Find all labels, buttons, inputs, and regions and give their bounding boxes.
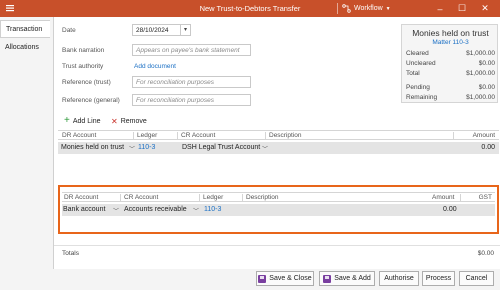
remove-button[interactable]: ✕ Remove [111, 117, 147, 126]
remove-label: Remove [120, 118, 147, 125]
add-document-link[interactable]: Add document [134, 63, 176, 70]
minimize-button[interactable]: – [433, 2, 447, 15]
add-line-label: Add Line [72, 117, 101, 125]
bank-narration-label: Bank narration [62, 47, 105, 54]
grid2-header: DR Account CR Account Ledger Description… [62, 192, 495, 202]
close-icon: ✕ [111, 117, 118, 126]
amount-cell[interactable]: 0.00 [481, 144, 495, 151]
cancel-button[interactable]: Cancel [459, 271, 494, 286]
cr-account-cell[interactable]: Accounts receivable [124, 206, 187, 213]
chevron-down-icon[interactable]: ﹀ [262, 144, 268, 153]
reference-trust-label: Reference (trust) [62, 79, 111, 86]
monies-row-label: Uncleared [406, 60, 436, 67]
monies-row-value: $0.00 [478, 84, 495, 91]
col-cr-account[interactable]: CR Account [124, 194, 158, 201]
monies-row-value: $1,000.00 [466, 94, 495, 101]
col-cr-account[interactable]: CR Account [181, 132, 215, 139]
trust-authority-label: Trust authority [62, 63, 104, 70]
footer-bar: Save & Close Save & Add Authorise Proces… [53, 269, 500, 290]
workflow-menu[interactable]: Workflow ▼ [342, 3, 391, 14]
monies-row-label: Cleared [406, 50, 429, 57]
bank-narration-input[interactable]: Appears on payee's bank statement [132, 44, 251, 56]
highlighted-allocation-grid: DR Account CR Account Ledger Description… [58, 185, 499, 234]
side-tabs: Transaction Allocations [0, 17, 50, 290]
matter-link[interactable]: Matter 110-3 [402, 39, 499, 46]
ledger-link[interactable]: 110-3 [204, 206, 221, 213]
col-gst[interactable]: GST [479, 194, 492, 201]
save-icon [323, 274, 332, 283]
tab-allocations[interactable]: Allocations [0, 39, 50, 57]
col-dr-account[interactable]: DR Account [62, 132, 96, 139]
date-label: Date [62, 27, 76, 34]
save-icon [258, 274, 267, 283]
monies-row-total: Total $1,000.00 [406, 70, 495, 77]
titlebar-divider [337, 3, 338, 14]
monies-row-cleared: Cleared $1,000.00 [406, 50, 495, 57]
ledger-link[interactable]: 110-3 [138, 144, 155, 151]
add-line-button[interactable]: + Add Line [64, 115, 101, 126]
col-amount[interactable]: Amount [432, 194, 454, 201]
close-button[interactable]: ✕ [478, 2, 492, 15]
monies-row-uncleared: Uncleared $0.00 [406, 60, 495, 67]
col-description[interactable]: Description [246, 194, 279, 201]
dr-account-cell[interactable]: Bank account [63, 206, 105, 213]
col-description[interactable]: Description [269, 132, 302, 139]
date-field[interactable]: 28/10/2024 [132, 24, 181, 36]
monies-row-remaining: Remaining $1,000.00 [406, 94, 495, 101]
process-button[interactable]: Process [422, 271, 455, 286]
table-row[interactable]: Monies held on trust ﹀ 110-3 DSH Legal T… [58, 142, 499, 154]
reference-general-input[interactable]: For reconciliation purposes [132, 94, 251, 106]
col-ledger[interactable]: Ledger [137, 132, 157, 139]
col-amount[interactable]: Amount [473, 132, 495, 139]
monies-row-pending: Pending $0.00 [406, 84, 495, 91]
authorise-button[interactable]: Authorise [379, 271, 419, 286]
monies-title: Monies held on trust [412, 28, 489, 38]
chevron-down-icon[interactable]: ﹀ [113, 206, 119, 215]
totals-label: Totals [62, 250, 79, 257]
reference-general-label: Reference (general) [62, 97, 120, 104]
grid1-header: DR Account Ledger CR Account Description… [58, 130, 499, 140]
table-row[interactable]: Bank account ﹀ Accounts receivable ﹀ 110… [62, 204, 495, 216]
dr-account-cell[interactable]: Monies held on trust [61, 144, 124, 151]
totals-divider [54, 245, 500, 246]
monies-row-value: $1,000.00 [466, 50, 495, 57]
monies-row-value: $0.00 [478, 60, 495, 67]
reference-trust-input[interactable]: For reconciliation purposes [132, 76, 251, 88]
save-add-button[interactable]: Save & Add [319, 271, 375, 286]
monies-row-label: Remaining [406, 94, 438, 101]
title-bar: New Trust-to-Debtors Transfer Workflow ▼… [0, 0, 500, 17]
monies-row-label: Total [406, 70, 420, 77]
save-add-label: Save & Add [334, 275, 371, 282]
cr-account-cell[interactable]: DSH Legal Trust Account [182, 144, 260, 151]
save-close-label: Save & Close [269, 275, 312, 282]
date-dropdown-button[interactable]: ▾ [181, 24, 191, 36]
save-close-button[interactable]: Save & Close [256, 271, 314, 286]
transaction-panel: Date 28/10/2024 ▾ Bank narration Appears… [53, 17, 500, 269]
tab-transaction[interactable]: Transaction [0, 20, 50, 38]
col-ledger[interactable]: Ledger [203, 194, 223, 201]
col-dr-account[interactable]: DR Account [64, 194, 98, 201]
chevron-down-icon[interactable]: ﹀ [193, 206, 199, 215]
plus-icon: + [64, 115, 70, 126]
chevron-down-icon[interactable]: ﹀ [129, 144, 135, 153]
window-title: New Trust-to-Debtors Transfer [199, 4, 301, 13]
monies-row-label: Pending [406, 84, 430, 91]
maximize-button[interactable]: ☐ [455, 2, 469, 15]
amount-cell[interactable]: 0.00 [443, 206, 457, 213]
workflow-icon [342, 4, 351, 13]
workflow-label: Workflow [354, 5, 383, 12]
totals-value: $0.00 [477, 250, 494, 257]
chevron-down-icon: ▼ [385, 5, 391, 12]
monies-held-panel: Monies held on trust Matter 110-3 Cleare… [401, 24, 498, 103]
monies-row-value: $1,000.00 [466, 70, 495, 77]
